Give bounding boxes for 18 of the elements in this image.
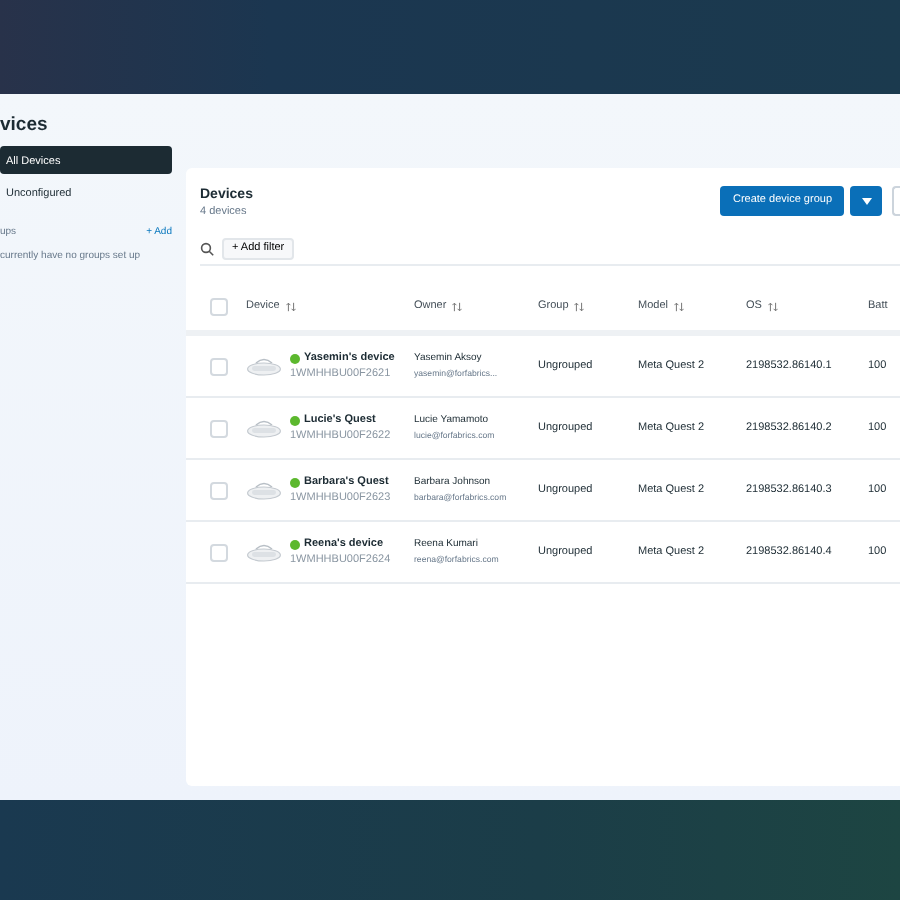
sort-icon[interactable] <box>285 301 296 312</box>
headset-icon <box>246 418 282 439</box>
sort-icon[interactable] <box>452 301 463 312</box>
headset-icon <box>246 542 282 563</box>
caret-icon <box>861 197 871 205</box>
search-icon[interactable] <box>200 242 214 257</box>
page-title: vices <box>0 114 50 138</box>
select-all-checkbox[interactable] <box>210 297 228 316</box>
dropdown-button[interactable] <box>850 186 882 216</box>
sort-icon[interactable] <box>767 301 778 312</box>
sort-icon[interactable] <box>574 301 585 312</box>
headset-icon <box>246 356 282 377</box>
row-checkbox[interactable] <box>210 357 228 376</box>
row-checkbox[interactable] <box>210 543 228 562</box>
sort-icon[interactable] <box>673 301 684 312</box>
row-checkbox[interactable] <box>210 481 228 500</box>
headset-icon <box>246 480 282 501</box>
row-checkbox[interactable] <box>210 419 228 438</box>
